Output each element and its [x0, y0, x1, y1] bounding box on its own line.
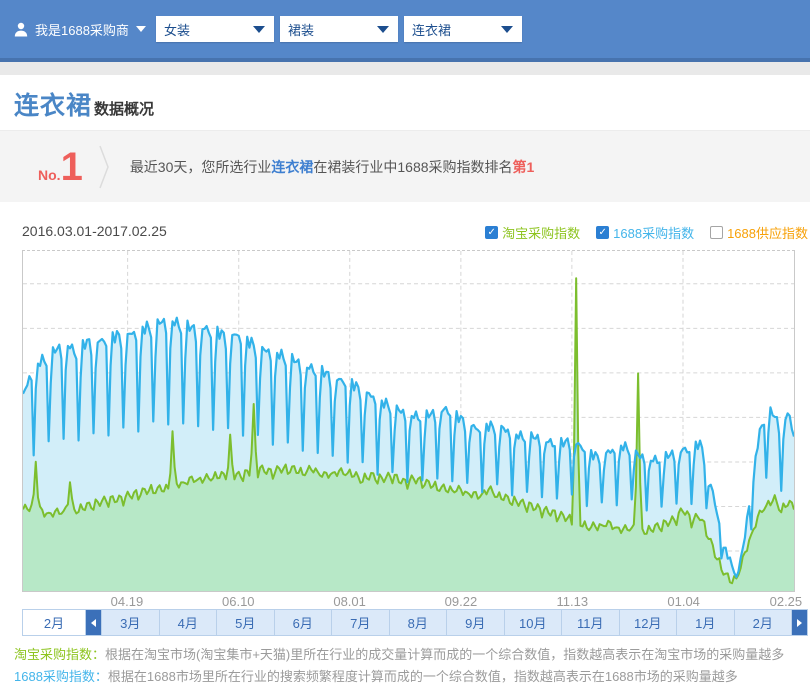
x-axis-labels: 04.1906.1008.0109.2211.1301.0402.25 — [22, 594, 795, 609]
chart-legend: ✓ 淘宝采购指数 ✓ 1688采购指数 1688供应指数 — [485, 223, 808, 242]
rank-banner: No. 1 最近30天，您所选行业连衣裙在裙装行业中1688采购指数排名第1 — [0, 130, 810, 202]
x-axis-label: 01.04 — [667, 594, 700, 609]
top-header: 我是1688采购商 女装 裙装 连衣裙 — [0, 0, 810, 58]
dropdown-arrow-icon — [377, 26, 389, 33]
month-tab-0[interactable]: 3月 — [102, 610, 160, 635]
month-tab-3[interactable]: 6月 — [275, 610, 333, 635]
month-tab-9[interactable]: 12月 — [620, 610, 678, 635]
chart-date-range: 2016.03.01-2017.02.25 — [22, 223, 167, 239]
legend-label: 1688供应指数 — [727, 223, 808, 242]
rank-value-text: 第1 — [513, 159, 535, 175]
rank-prefix: No. — [38, 167, 61, 183]
page-title: 连衣裙 数据概况 — [14, 86, 154, 122]
x-axis-label: 11.13 — [557, 594, 589, 609]
month-selector-bar: 2月3月4月5月6月7月8月9月10月11月12月1月2月 — [22, 609, 808, 636]
checkbox-checked-icon[interactable]: ✓ — [596, 226, 609, 239]
x-axis-label: 04.19 — [111, 594, 144, 609]
category-filter-row: 女装 裙装 连衣裙 — [156, 16, 522, 42]
month-tab-11[interactable]: 2月 — [735, 610, 793, 635]
dropdown-value: 裙装 — [288, 20, 314, 39]
index-footnotes: 淘宝采购指数：根据在淘宝市场(淘宝集市+天猫)里所在行业的成交量计算而成的一个综… — [14, 644, 784, 688]
x-axis-label: 02.25 — [770, 594, 803, 609]
legend-toggle-2[interactable]: 1688供应指数 — [710, 223, 808, 242]
month-prev-button[interactable] — [86, 610, 102, 635]
month-tab-7[interactable]: 10月 — [505, 610, 563, 635]
user-role-label: 我是1688采购商 — [35, 20, 129, 39]
rank-badge: No. 1 — [38, 150, 83, 184]
month-tab-8[interactable]: 11月 — [562, 610, 620, 635]
x-axis-label: 08.01 — [333, 594, 366, 609]
category-dropdown-level3[interactable]: 连衣裙 — [404, 16, 522, 42]
checkbox-unchecked-icon[interactable] — [710, 226, 723, 239]
page-title-keyword: 连衣裙 — [14, 86, 92, 122]
prev-arrow-icon — [91, 619, 96, 627]
legend-label: 淘宝采购指数 — [502, 223, 580, 242]
caret-down-icon — [136, 26, 146, 32]
rank-text-middle: 在裙装行业中1688采购指数排名 — [313, 159, 512, 175]
next-arrow-icon — [797, 619, 802, 627]
page-title-suffix: 数据概况 — [94, 98, 154, 119]
legend-label: 1688采购指数 — [613, 223, 694, 242]
footnote-label: 1688采购指数： — [14, 669, 108, 684]
checkbox-checked-icon[interactable]: ✓ — [485, 226, 498, 239]
footnote-text: 根据在1688市场里所在行业的搜索频繁程度计算而成的一个综合数值，指数越高表示在… — [108, 669, 738, 684]
sub-header-strip — [0, 62, 810, 75]
x-axis-label: 06.10 — [222, 594, 255, 609]
user-role-menu[interactable]: 我是1688采购商 — [14, 16, 146, 42]
footnote-row-0: 淘宝采购指数：根据在淘宝市场(淘宝集市+天猫)里所在行业的成交量计算而成的一个综… — [14, 644, 784, 666]
legend-toggle-0[interactable]: ✓ 淘宝采购指数 — [485, 223, 580, 242]
rank-text-before: 最近30天，您所选行业 — [130, 159, 272, 175]
month-tab-5[interactable]: 8月 — [390, 610, 448, 635]
dropdown-value: 连衣裙 — [412, 20, 451, 39]
x-axis-label: 09.22 — [445, 594, 478, 609]
legend-toggle-1[interactable]: ✓ 1688采购指数 — [596, 223, 694, 242]
trend-chart — [22, 250, 795, 592]
month-tab-4[interactable]: 7月 — [332, 610, 390, 635]
chevron-right-icon — [99, 144, 110, 190]
rank-keyword-link[interactable]: 连衣裙 — [271, 159, 313, 175]
category-dropdown-level1[interactable]: 女装 — [156, 16, 274, 42]
month-tab-selected[interactable]: 2月 — [23, 610, 86, 635]
category-dropdown-level2[interactable]: 裙装 — [280, 16, 398, 42]
rank-number: 1 — [61, 150, 83, 184]
month-tab-6[interactable]: 9月 — [447, 610, 505, 635]
footnote-text: 根据在淘宝市场(淘宝集市+天猫)里所在行业的成交量计算而成的一个综合数值，指数越… — [105, 647, 784, 662]
month-next-button[interactable] — [792, 610, 807, 635]
month-tab-2[interactable]: 5月 — [217, 610, 275, 635]
page: 我是1688采购商 女装 裙装 连衣裙 连衣裙 数据概况 No. 1 — [0, 0, 810, 692]
user-icon — [14, 22, 28, 37]
dropdown-value: 女装 — [164, 20, 190, 39]
rank-description: 最近30天，您所选行业连衣裙在裙装行业中1688采购指数排名第1 — [130, 157, 535, 177]
month-tab-1[interactable]: 4月 — [160, 610, 218, 635]
footnote-label: 淘宝采购指数： — [14, 647, 105, 662]
dropdown-arrow-icon — [253, 26, 265, 33]
month-tab-10[interactable]: 1月 — [677, 610, 735, 635]
dropdown-arrow-icon — [501, 26, 513, 33]
footnote-row-1: 1688采购指数：根据在1688市场里所在行业的搜索频繁程度计算而成的一个综合数… — [14, 666, 784, 688]
